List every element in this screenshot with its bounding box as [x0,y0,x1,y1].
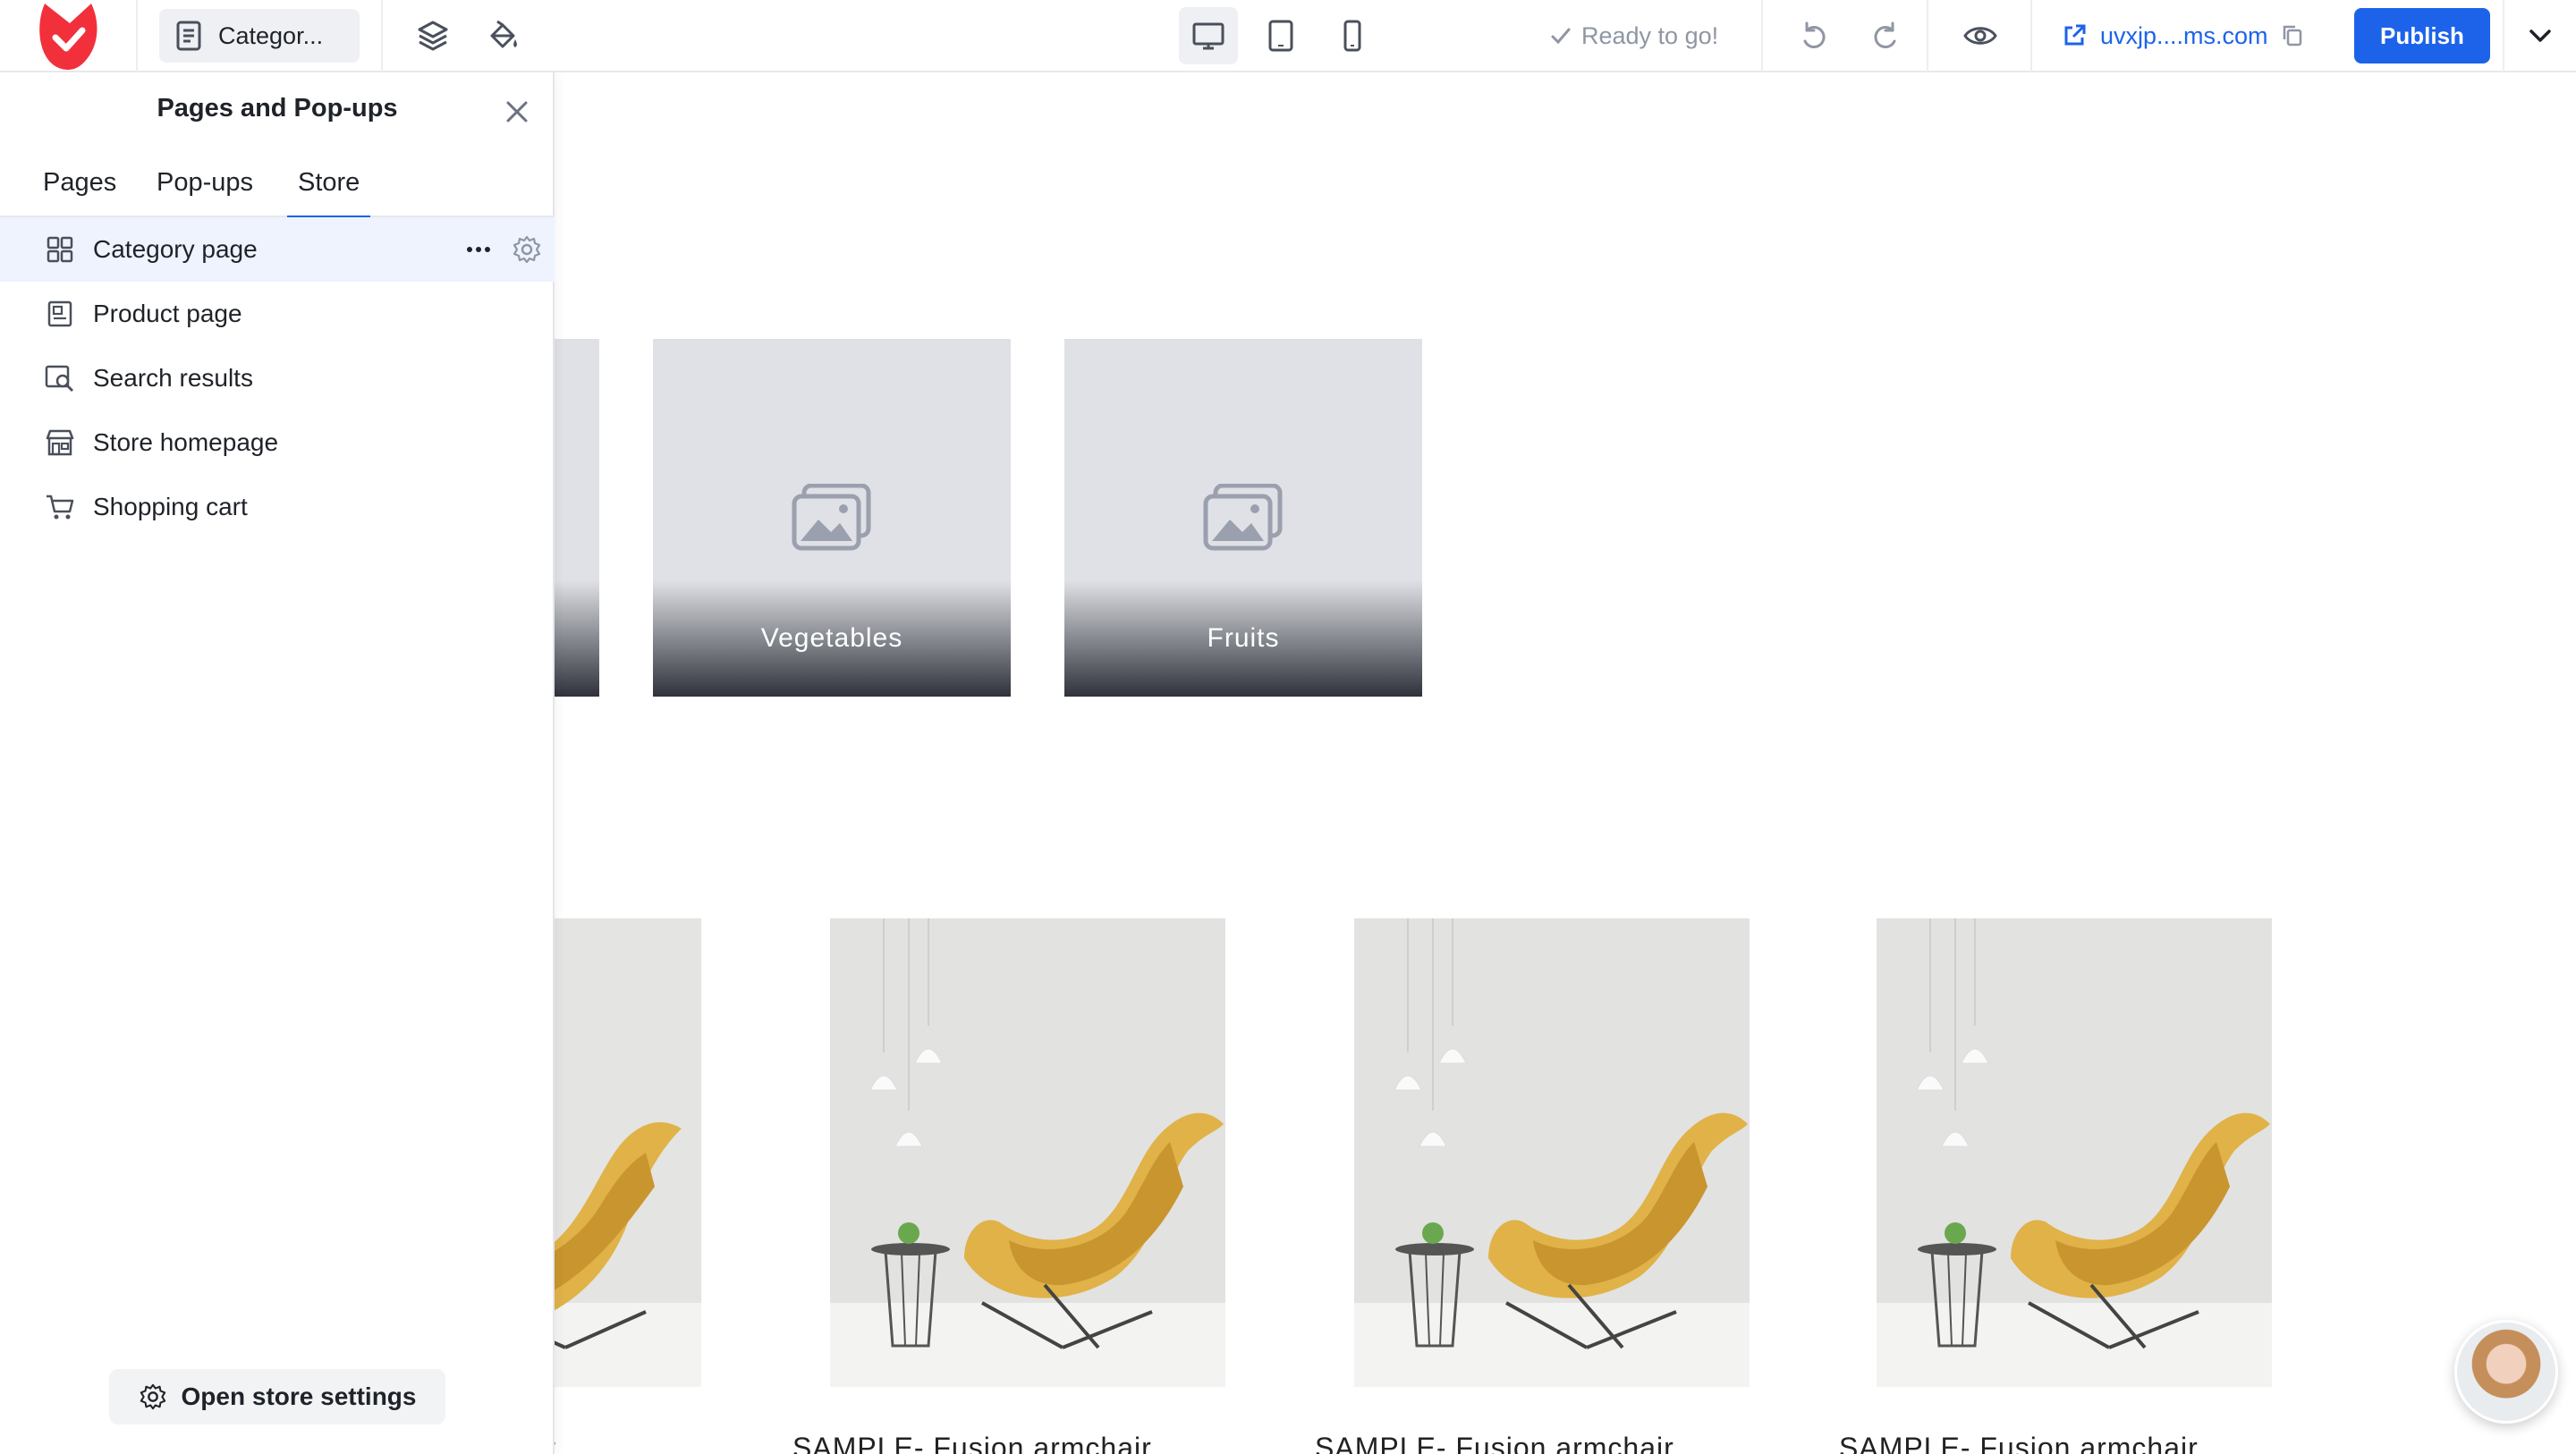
cart-icon [45,492,75,522]
product-card[interactable] [830,918,1225,1387]
armchair-image [1877,918,2272,1387]
toolbar-divider [381,0,383,72]
list-item-label: Store homepage [93,428,279,456]
image-placeholder-icon [792,484,871,551]
armchair-image [830,918,1225,1387]
mobile-view-icon[interactable] [1333,16,1372,55]
toolbar-divider [136,0,138,72]
product-page-icon [45,299,75,329]
layers-icon[interactable] [413,16,453,55]
more-options-icon[interactable] [465,233,492,266]
open-store-settings-label: Open store settings [181,1382,417,1410]
checkmark-icon [1551,28,1571,45]
panel-tabs: Pages Pop-ups Store [0,148,555,219]
list-item-product-page[interactable]: Product page [0,282,555,346]
list-item-label: Product page [93,300,242,327]
page-selector[interactable]: Categor... [159,9,360,63]
toolbar-divider [2030,0,2032,72]
store-pages-list: Category page Product page Search result… [0,217,555,539]
tab-pop-ups[interactable]: Pop-ups [157,148,253,217]
close-icon[interactable] [501,96,533,128]
top-toolbar: Categor... Ready to go! uvxjp....ms.com … [0,0,2576,72]
tab-store[interactable]: Store [286,148,371,219]
toolbar-divider [1761,0,1763,72]
product-card[interactable] [1877,918,2272,1387]
toolbar-divider [2503,0,2504,72]
list-item-label: Category page [93,235,258,263]
toolbar-divider [1927,0,1928,72]
gear-icon [140,1383,165,1410]
preview-eye-icon[interactable] [1961,16,2000,55]
site-url-text: uvxjp....ms.com [2100,21,2268,49]
list-item-search-results[interactable]: Search results [0,346,555,410]
row-actions [465,233,542,266]
site-url-link[interactable]: uvxjp....ms.com [2061,18,2304,54]
store-icon [45,427,75,458]
support-avatar[interactable] [2454,1320,2558,1424]
product-card[interactable] [1354,918,1750,1387]
save-status-text: Ready to go! [1581,21,1719,49]
armchair-image [1354,918,1750,1387]
panel-title: Pages and Pop-ups [157,94,398,123]
category-name: Fruits [1207,623,1280,653]
product-title[interactable]: SAMPLE- Fusion armchair [792,1432,1152,1454]
category-card-fruits[interactable]: Fruits [1064,339,1422,697]
copy-icon[interactable] [2281,23,2304,48]
product-title[interactable]: SAMPLE- Fusion armchair [1315,1432,1674,1454]
redo-icon[interactable] [1866,16,1905,55]
tablet-view-icon[interactable] [1261,16,1301,55]
list-item-label: Search results [93,364,253,392]
list-item-store-homepage[interactable]: Store homepage [0,410,555,475]
grid-icon [45,234,75,265]
list-item-shopping-cart[interactable]: Shopping cart [0,475,555,539]
search-results-icon [45,363,75,393]
gear-icon[interactable] [512,234,542,265]
save-status: Ready to go! [1549,20,1718,52]
product-title[interactable]: SAMPLE- Fusion armchair [1839,1432,2199,1454]
page-icon [176,21,201,51]
paint-bucket-icon[interactable] [483,16,522,55]
image-placeholder-icon [1203,484,1283,551]
open-store-settings-button[interactable]: Open store settings [109,1369,445,1424]
publish-button[interactable]: Publish [2354,8,2490,63]
chevron-down-icon[interactable] [2521,16,2560,55]
desktop-view-icon[interactable] [1189,16,1228,55]
page-selector-label: Categor... [218,21,324,49]
list-item-category-page[interactable]: Category page [0,217,555,282]
category-card-vegetables[interactable]: Vegetables [653,339,1011,697]
category-name: Vegetables [760,623,903,653]
pages-panel: Pages and Pop-ups Pages Pop-ups Store Ca… [0,72,555,1454]
tab-pages[interactable]: Pages [43,148,116,217]
list-item-label: Shopping cart [93,493,248,520]
external-link-icon [2064,24,2086,46]
undo-icon[interactable] [1794,16,1834,55]
app-logo-icon[interactable] [34,0,102,72]
